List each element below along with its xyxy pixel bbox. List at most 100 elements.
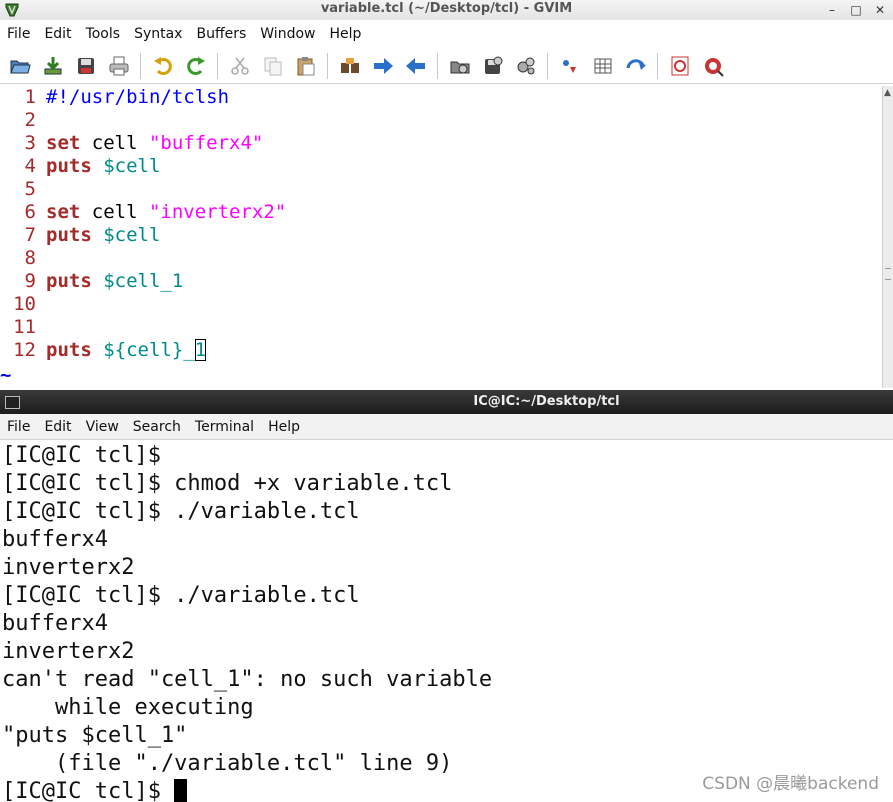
make-icon[interactable] [556,52,583,79]
save-all-icon[interactable] [72,52,99,79]
line-number: 7 [24,224,36,246]
terminal-cursor [174,779,188,802]
maximize-button[interactable]: □ [849,3,863,17]
code-keyword: puts [46,155,92,177]
code-text: cell [80,132,149,154]
gvim-menubar: File Edit Tools Syntax Buffers Window He… [0,22,893,46]
code-keyword: puts [46,339,92,361]
terminal-line: inverterx2 [2,639,135,664]
gvim-window-title: variable.tcl (~/Desktop/tcl) - GVIM [320,1,573,16]
vim-editor[interactable]: 1 #!/usr/bin/tclsh 2 3 set cell "bufferx4"… [0,86,882,388]
terminal-line: (file "./variable.tcl" line 9) [2,751,453,776]
gvim-titlebar[interactable]: variable.tcl (~/Desktop/tcl) - GVIM – □ … [0,0,893,20]
code-keyword: puts [46,224,92,246]
undo-icon[interactable] [149,52,176,79]
line-number: 11 [13,316,36,338]
terminal-titlebar[interactable]: IC@IC:~/Desktop/tcl [0,390,893,414]
scroll-thumb-grip[interactable] [885,268,891,280]
copy-icon[interactable] [259,52,286,79]
terminal-menu-view[interactable]: View [79,419,126,435]
line-number: 1 [24,86,36,108]
code-line: 9 puts $cell_1 [0,270,184,293]
menu-syntax[interactable]: Syntax [127,26,189,42]
help-icon[interactable] [666,52,693,79]
terminal-prompt: [IC@IC tcl]$ [2,779,175,802]
code-line: 10 [0,293,46,316]
find-next-icon[interactable] [369,52,396,79]
redo-icon[interactable] [182,52,209,79]
menu-buffers[interactable]: Buffers [189,26,253,42]
cut-icon[interactable] [226,52,253,79]
terminal-line: can't read "cell_1": no such variable [2,667,493,692]
terminal-menu-edit[interactable]: Edit [37,419,78,435]
line-number: 12 [13,339,36,361]
tags-jump-icon[interactable] [622,52,649,79]
terminal-line: bufferx4 [2,611,108,636]
terminal-line: "puts $cell_1" [2,723,188,748]
empty-line-marker: ~ [0,364,12,386]
find-replace-icon[interactable] [336,52,363,79]
terminal-line: [IC@IC tcl]$ chmod +x variable.tcl [2,471,453,496]
close-button[interactable]: ✕ [873,3,887,17]
code-line: 7 puts $cell [0,224,161,247]
terminal-menu-search[interactable]: Search [126,419,188,435]
print-icon[interactable] [105,52,132,79]
terminal-line: [IC@IC tcl]$ ./variable.tcl [2,583,360,608]
code-variable: $cell [103,224,161,246]
code-text: cell [80,201,149,223]
save-icon[interactable] [39,52,66,79]
code-string: "inverterx2" [148,201,287,223]
code-keyword: set [46,201,81,223]
save-session-icon[interactable] [479,52,506,79]
line-number: 3 [24,132,36,154]
code-line: 12 puts ${cell}_1 [0,339,207,362]
code-line: 2 [0,109,46,132]
code-comment: #!/usr/bin/tclsh [46,86,230,108]
terminal-menu-terminal[interactable]: Terminal [188,419,261,435]
menu-tools[interactable]: Tools [79,26,128,42]
paste-icon[interactable] [292,52,319,79]
scroll-up-icon[interactable]: ▲ [884,88,891,98]
line-number: 5 [24,178,36,200]
shell-icon[interactable] [589,52,616,79]
run-script-icon[interactable] [512,52,539,79]
terminal-menu-help[interactable]: Help [261,419,307,435]
gvim-window: variable.tcl (~/Desktop/tcl) - GVIM – □ … [0,0,893,390]
minimize-button[interactable]: – [825,3,839,17]
terminal-line: bufferx4 [2,527,108,552]
code-string: "bufferx4" [148,132,264,154]
code-line: 3 set cell "bufferx4" [0,132,264,155]
watermark: CSDN @晨曦backend [702,774,879,794]
find-prev-icon[interactable] [402,52,429,79]
open-icon[interactable] [6,52,33,79]
menu-help[interactable]: Help [322,26,368,42]
terminal-window: IC@IC:~/Desktop/tcl File Edit View Searc… [0,390,893,802]
terminal-output[interactable]: [IC@IC tcl]$ [IC@IC tcl]$ chmod +x varia… [2,442,888,802]
terminal-line: [IC@IC tcl]$ [2,443,161,468]
line-number: 2 [24,109,36,131]
code-variable: ${cell}_ [103,339,195,361]
menu-edit[interactable]: Edit [37,26,78,42]
code-line: 1 #!/usr/bin/tclsh [0,86,229,109]
line-number: 10 [13,293,36,315]
find-help-icon[interactable] [699,52,726,79]
line-number: 4 [24,155,36,177]
code-line: 4 puts $cell [0,155,161,178]
menu-window[interactable]: Window [253,26,322,42]
code-line: 11 [0,316,46,339]
vertical-scrollbar[interactable]: ▲ [882,86,893,388]
terminal-line: inverterx2 [2,555,135,580]
terminal-menu-file[interactable]: File [0,419,37,435]
code-variable: $cell [103,155,161,177]
load-session-icon[interactable] [446,52,473,79]
terminal-menubar: File Edit View Search Terminal Help [0,414,893,440]
text-cursor: 1 [194,339,207,361]
terminal-line: while executing [2,695,254,720]
menu-file[interactable]: File [0,26,37,42]
code-keyword: set [46,132,81,154]
code-keyword: puts [46,270,92,292]
line-number: 9 [24,270,36,292]
